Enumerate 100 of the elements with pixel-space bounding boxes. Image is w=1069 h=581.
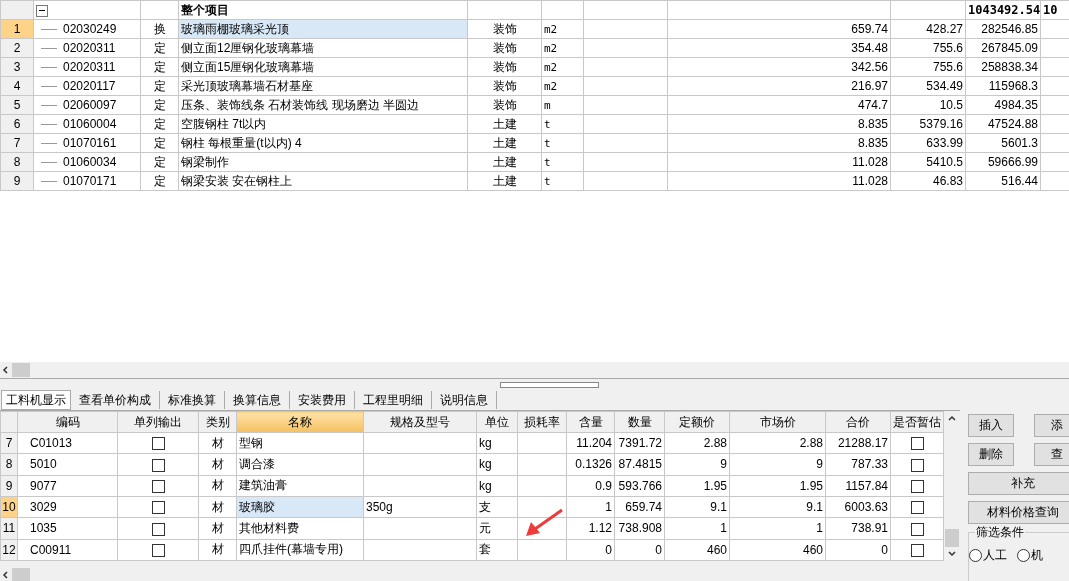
table-cell: 01060004 — [63, 117, 117, 131]
column-header[interactable]: 名称 — [236, 411, 364, 433]
checkbox[interactable] — [910, 458, 924, 472]
table-cell: 定 — [153, 135, 166, 150]
table-cell: 套 — [479, 542, 491, 557]
table-cell: 1035 — [30, 521, 57, 536]
tab[interactable]: 换算信息 — [225, 390, 290, 409]
table-cell: 1.95 — [799, 478, 823, 493]
row-number: 6 — [13, 117, 21, 131]
table-cell: 1 — [605, 500, 612, 515]
table-cell: 267845.09 — [981, 41, 1038, 55]
table-cell: 1 — [816, 521, 823, 536]
scroll-thumb[interactable] — [12, 568, 30, 581]
column-header[interactable]: 单列输出 — [117, 411, 199, 433]
table-cell: 3029 — [30, 500, 57, 515]
table-cell: 9077 — [30, 478, 57, 493]
column-header[interactable]: 是否暂估 — [890, 411, 944, 433]
column-header[interactable]: 定额价 — [664, 411, 730, 433]
column-header[interactable]: 单位 — [476, 411, 518, 433]
checkbox[interactable] — [151, 501, 165, 515]
table-cell: 玻璃雨棚玻璃采光顶 — [181, 21, 289, 36]
table-cell: 支 — [479, 499, 491, 514]
radio-label[interactable]: 人工 — [983, 547, 1007, 564]
table-cell: 材 — [211, 520, 224, 535]
checkbox[interactable] — [151, 522, 165, 536]
side-button[interactable]: 补充 — [968, 472, 1069, 495]
scroll-thumb[interactable] — [945, 529, 959, 547]
table-cell: 0.9 — [595, 478, 612, 493]
checkbox[interactable] — [910, 544, 924, 557]
table-cell: 5601.3 — [1001, 136, 1038, 150]
table-cell: 354.48 — [851, 41, 888, 55]
table-cell: 5010 — [30, 457, 57, 472]
side-button[interactable]: 删除 — [968, 443, 1014, 466]
checkbox[interactable] — [910, 437, 924, 451]
table-cell: 593.766 — [618, 478, 662, 493]
table-cell: 02020311 — [63, 60, 116, 74]
table-cell: 1 — [720, 521, 727, 536]
table-cell: 四爪挂件(幕墙专用) — [239, 542, 343, 557]
radio-button[interactable] — [969, 549, 982, 562]
collapse-toggle[interactable] — [36, 4, 48, 17]
table-cell: 4984.35 — [994, 98, 1038, 112]
table-cell: kg — [479, 478, 492, 493]
table-cell: 调合漆 — [239, 457, 275, 471]
table-cell: 材 — [211, 499, 224, 514]
column-header[interactable]: 含量 — [566, 411, 615, 433]
tab[interactable]: 说明信息 — [432, 390, 497, 409]
tab[interactable]: 标准换算 — [160, 390, 225, 409]
table-cell: kg — [479, 457, 492, 472]
table-cell: 装饰 — [492, 78, 517, 93]
table-cell: 9 — [816, 457, 823, 472]
column-header[interactable]: 市场价 — [729, 411, 826, 433]
table-cell: 659.74 — [851, 22, 888, 36]
table-cell: 738.91 — [851, 521, 888, 536]
table-cell: 压条、装饰线条 石材装饰线 现场磨边 半圆边 — [181, 97, 419, 112]
checkbox[interactable] — [910, 522, 924, 536]
column-header[interactable]: 类别 — [198, 411, 237, 433]
side-button[interactable]: 插入 — [968, 414, 1014, 437]
table-cell: 46.83 — [932, 174, 963, 188]
side-button[interactable]: 材料价格查询 — [968, 501, 1069, 524]
column-header[interactable]: 损耗率 — [517, 411, 567, 433]
table-cell: 5379.16 — [919, 117, 963, 131]
side-button[interactable]: 查 — [1034, 443, 1069, 466]
table-cell: 0 — [881, 542, 888, 557]
checkbox[interactable] — [910, 480, 924, 493]
table-cell: 02020117 — [63, 79, 116, 93]
scroll-thumb[interactable] — [12, 363, 30, 377]
checkbox[interactable] — [151, 437, 165, 451]
checkbox[interactable] — [151, 544, 165, 557]
column-header[interactable]: 规格及型号 — [363, 411, 477, 433]
radio-button[interactable] — [1017, 549, 1030, 562]
column-header[interactable]: 编码 — [17, 411, 118, 433]
table-cell: 材 — [211, 457, 224, 471]
tab[interactable]: 工料机显示 — [1, 389, 71, 410]
table-cell: 0 — [605, 542, 612, 557]
table-cell: 定 — [153, 116, 166, 131]
table-cell: t — [544, 136, 551, 150]
checkbox[interactable] — [910, 501, 924, 515]
side-button[interactable]: 添 — [1034, 414, 1069, 437]
tab[interactable]: 工程里明细 — [355, 390, 432, 409]
row-number: 8 — [5, 457, 13, 472]
row-number: 1 — [13, 22, 21, 36]
checkbox[interactable] — [151, 458, 165, 472]
checkbox[interactable] — [151, 480, 165, 493]
table-cell: 282546.85 — [981, 22, 1038, 36]
table-cell: 土建 — [492, 154, 517, 169]
column-header[interactable]: 数量 — [614, 411, 665, 433]
table-cell: 8.835 — [857, 136, 888, 150]
table-cell: 装饰 — [492, 21, 517, 36]
row-number: 9 — [13, 174, 21, 188]
column-header[interactable]: 合价 — [825, 411, 891, 433]
table-cell: 玻璃胶 — [239, 499, 275, 514]
table-cell: 侧立面12厘钢化玻璃幕墙 — [181, 40, 315, 55]
tab[interactable]: 查看单价构成 — [71, 390, 160, 409]
table-cell: 10.5 — [939, 98, 963, 112]
splitter-handle[interactable] — [500, 382, 599, 388]
table-cell: 8.835 — [857, 117, 888, 131]
tab[interactable]: 安装费用 — [290, 390, 355, 409]
table-cell: 02060097 — [63, 98, 117, 112]
radio-label[interactable]: 机 — [1031, 547, 1043, 564]
table-cell: 01070161 — [63, 136, 117, 150]
